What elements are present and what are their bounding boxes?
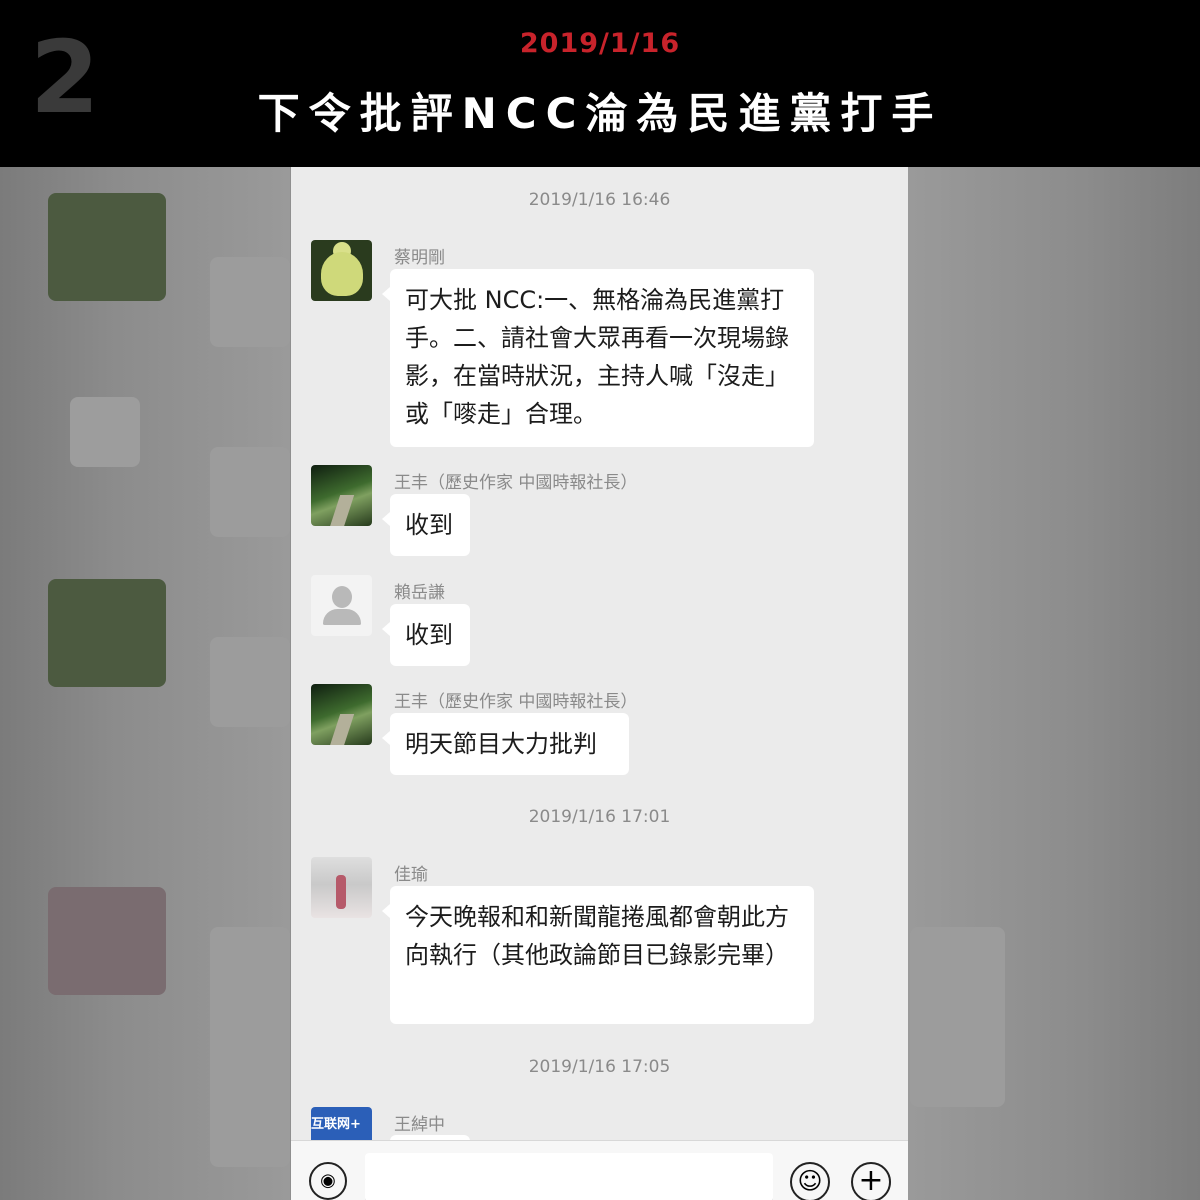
blurred-bubble xyxy=(210,927,290,1167)
message-input[interactable] xyxy=(365,1153,773,1200)
chat-timestamp: 2019/1/16 17:05 xyxy=(528,1057,671,1077)
sender-name: 賴岳謙 xyxy=(394,583,445,603)
blurred-bubble xyxy=(210,447,290,537)
default-user-avatar[interactable] xyxy=(311,575,372,636)
message-bubble[interactable]: 今天晚報和和新聞龍捲風都會朝此方向執行（其他政論節目已錄影完畢） xyxy=(382,886,814,1024)
sender-name: 佳瑜 xyxy=(394,865,428,885)
logo-avatar-text: 互联网+ xyxy=(311,1117,361,1132)
header-banner: 2 2019/1/16 下令批評NCC淪為民進黨打手 xyxy=(0,0,1200,167)
forest-path-avatar[interactable] xyxy=(311,465,372,526)
sender-name: 王綽中 xyxy=(394,1115,445,1135)
buddha-statue-avatar[interactable] xyxy=(311,240,372,301)
blurred-avatar xyxy=(48,887,166,995)
sender-name: 王丰（歷史作家 中國時報社長） xyxy=(394,692,638,712)
blurred-bubble xyxy=(910,927,1005,1107)
sender-name: 王丰（歷史作家 中國時報社長） xyxy=(394,473,638,493)
banner-title: 下令批評NCC淪為民進黨打手 xyxy=(257,89,943,138)
chat-timestamp: 2019/1/16 16:46 xyxy=(528,190,671,210)
blurred-bubble xyxy=(210,257,290,347)
message-bubble[interactable]: 收到 xyxy=(382,604,470,666)
voice-icon[interactable]: ◉ xyxy=(309,1162,347,1200)
banner-date: 2019/1/16 xyxy=(519,28,681,59)
blurred-avatar xyxy=(48,579,166,687)
emoji-icon[interactable]: ☺ xyxy=(790,1162,830,1200)
chat-timestamp: 2019/1/16 17:01 xyxy=(528,807,671,827)
message-bubble[interactable]: 明天節目大力批判 xyxy=(382,713,629,775)
message-bubble[interactable]: 可大批 NCC:一、無格淪為民進黨打手。二、請社會大眾再看一次現場錄影，在當時狀… xyxy=(382,269,814,447)
person-photo-avatar[interactable] xyxy=(311,857,372,918)
sender-name: 蔡明剛 xyxy=(394,248,445,268)
message-bubble[interactable]: 收到 xyxy=(382,494,470,556)
blurred-avatar xyxy=(70,397,140,467)
message-input-bar: ◉ ☺ + xyxy=(291,1140,908,1200)
blurred-avatar xyxy=(48,193,166,301)
plus-icon[interactable]: + xyxy=(851,1162,891,1200)
forest-path-avatar[interactable] xyxy=(311,684,372,745)
blurred-bubble xyxy=(210,637,290,727)
chat-screen: 2019/1/16 16:46 蔡明剛 可大批 NCC:一、無格淪為民進黨打手。… xyxy=(291,167,908,1200)
